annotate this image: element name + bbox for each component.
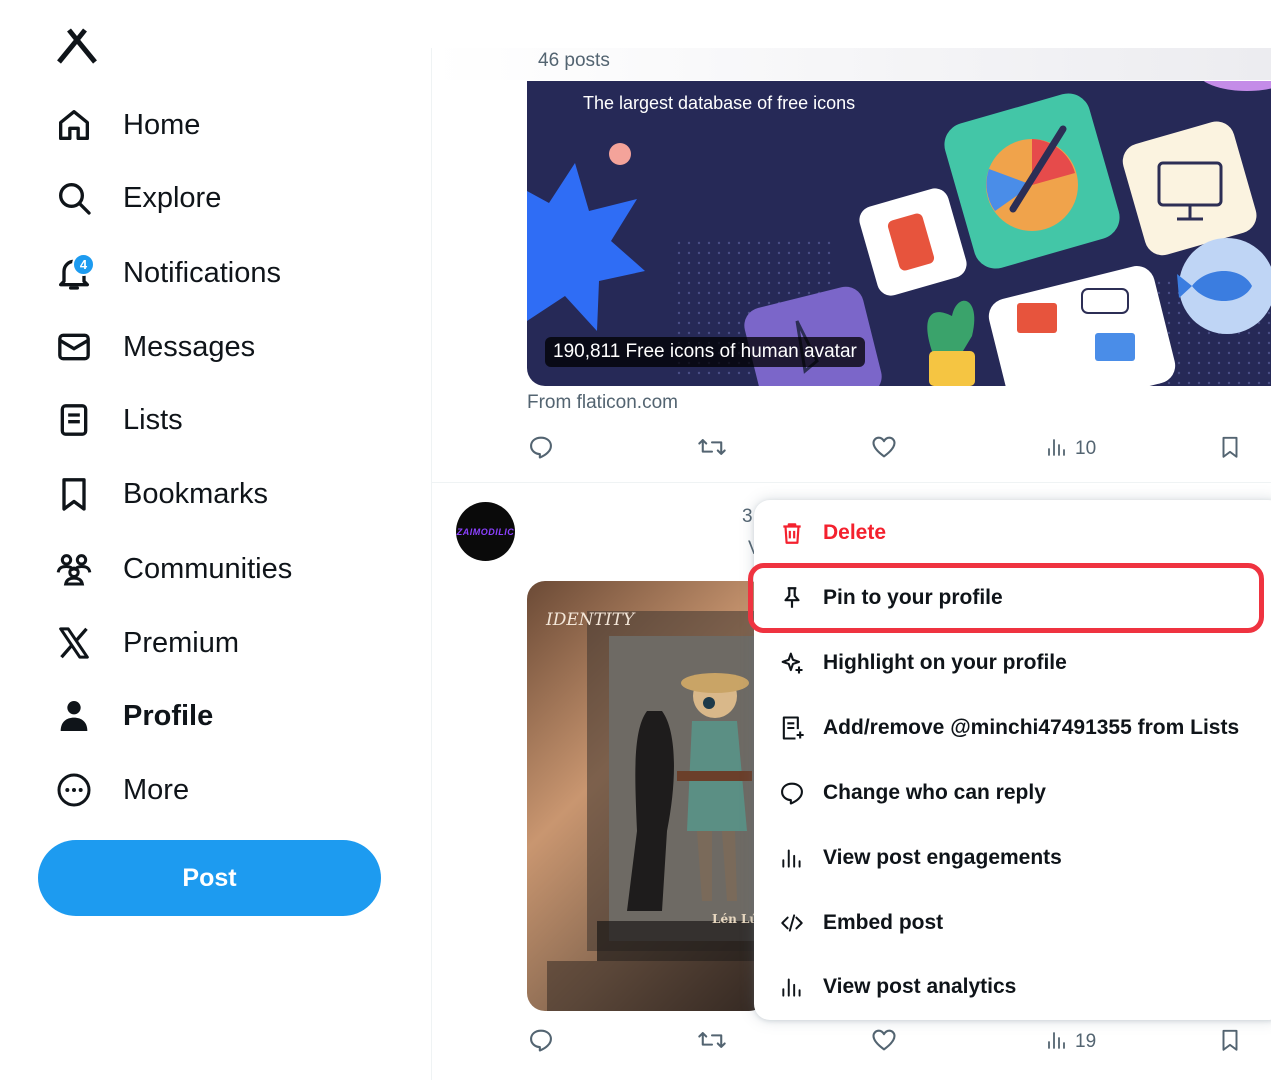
column-divider — [431, 48, 432, 1080]
menu-item-embed[interactable]: Embed post — [772, 898, 943, 948]
repost-button[interactable] — [697, 1024, 727, 1060]
post-media-image[interactable] — [527, 581, 767, 1011]
list-icon — [52, 398, 96, 442]
post-actions-bar: 19 — [527, 1024, 1271, 1060]
heart-icon — [870, 1026, 898, 1059]
nav-item-notifications[interactable]: 4 Notifications — [52, 247, 281, 299]
bar-chart-icon — [1045, 1027, 1069, 1058]
bar-chart-icon — [772, 974, 812, 1000]
media-title: IDENTITY — [546, 610, 635, 630]
nav-label-bookmarks: Bookmarks — [123, 477, 269, 510]
list-add-icon — [772, 714, 812, 742]
bookmark-icon — [1217, 433, 1243, 466]
nav-item-premium[interactable]: Premium — [52, 617, 239, 669]
nav-label-explore: Explore — [123, 181, 222, 214]
views-button[interactable]: 19 — [1045, 1024, 1096, 1060]
menu-item-lists[interactable]: Add/remove @minchi47491355 from Lists — [772, 703, 1239, 753]
repost-icon — [697, 1026, 727, 1059]
menu-item-pin[interactable]: Pin to your profile — [772, 573, 1003, 623]
bell-icon: 4 — [52, 251, 96, 295]
nav-item-home[interactable]: Home — [52, 99, 200, 151]
menu-label-highlight: Highlight on your profile — [823, 651, 1067, 674]
bookmark-button[interactable] — [1217, 1024, 1243, 1060]
search-icon — [52, 176, 96, 220]
avatar[interactable]: ZAIMODILIC — [456, 502, 515, 561]
menu-label-delete: Delete — [823, 521, 887, 544]
bookmark-icon — [1217, 1026, 1243, 1059]
views-count: 19 — [1075, 1031, 1097, 1052]
nav-label-profile: Profile — [123, 699, 214, 732]
repost-button[interactable] — [697, 431, 727, 467]
notification-badge: 4 — [72, 253, 95, 276]
link-card-caption: The largest database of free icons — [583, 93, 856, 113]
menu-item-reply-settings[interactable]: Change who can reply — [772, 768, 1046, 818]
menu-label-embed: Embed post — [823, 911, 944, 934]
trash-icon — [772, 520, 812, 546]
post-divider — [432, 482, 1271, 483]
code-icon — [772, 910, 812, 936]
menu-item-engagements[interactable]: View post engagements — [772, 833, 1062, 883]
like-button[interactable] — [870, 1024, 898, 1060]
repost-icon — [697, 433, 727, 466]
reply-bubble-icon — [772, 779, 812, 807]
nav-label-communities: Communities — [123, 552, 293, 585]
bar-chart-icon — [772, 845, 812, 871]
menu-item-analytics[interactable]: View post analytics — [772, 962, 1016, 1012]
link-card-title: 190,811 Free icons of human avatar — [545, 337, 865, 367]
reply-icon — [527, 433, 555, 466]
reply-button[interactable] — [527, 1024, 555, 1060]
bookmark-icon — [52, 472, 96, 516]
x-icon — [52, 621, 96, 665]
like-button[interactable] — [870, 431, 898, 467]
sidebar: Home Explore 4 Notifications Messages Li… — [0, 0, 430, 1080]
menu-item-highlight[interactable]: Highlight on your profile — [772, 638, 1067, 688]
envelope-icon — [52, 325, 96, 369]
nav-item-communities[interactable]: Communities — [52, 543, 292, 595]
person-icon — [52, 694, 96, 738]
nav-label-home: Home — [123, 108, 201, 141]
menu-label-engagements: View post engagements — [823, 846, 1062, 869]
nav-item-more[interactable]: More — [52, 764, 189, 816]
pin-icon — [772, 585, 812, 611]
post-button[interactable]: Post — [38, 840, 381, 916]
nav-item-messages[interactable]: Messages — [52, 321, 255, 373]
posts-count: 46 posts — [538, 50, 610, 71]
home-icon — [52, 103, 96, 147]
nav-label-messages: Messages — [123, 330, 256, 363]
people-icon — [52, 547, 96, 591]
menu-label-pin: Pin to your profile — [823, 586, 1003, 609]
menu-label-reply-settings: Change who can reply — [823, 781, 1046, 804]
sparkle-icon — [772, 649, 812, 677]
x-logo-icon[interactable] — [55, 22, 99, 66]
bookmark-button[interactable] — [1217, 431, 1243, 467]
nav-label-lists: Lists — [123, 403, 183, 436]
menu-label-lists: Add/remove @minchi47491355 from Lists — [823, 716, 1240, 739]
nav-label-more: More — [123, 773, 190, 806]
nav-item-bookmarks[interactable]: Bookmarks — [52, 468, 268, 520]
nav-item-explore[interactable]: Explore — [52, 172, 221, 224]
views-count: 10 — [1075, 438, 1097, 459]
nav-item-lists[interactable]: Lists — [52, 394, 183, 446]
nav-label-notifications: Notifications — [123, 256, 281, 289]
bar-chart-icon — [1045, 434, 1069, 465]
post-meta-fragment: 3 — [742, 506, 753, 527]
menu-item-delete[interactable]: Delete — [772, 508, 886, 558]
link-card-source[interactable]: From flaticon.com — [527, 392, 678, 414]
heart-icon — [870, 433, 898, 466]
views-button[interactable]: 10 — [1045, 431, 1096, 467]
menu-label-analytics: View post analytics — [823, 975, 1017, 998]
nav-item-profile[interactable]: Profile — [52, 690, 213, 742]
more-circle-icon — [52, 768, 96, 812]
post-actions-bar: 10 — [527, 431, 1271, 467]
reply-icon — [527, 1026, 555, 1059]
reply-button[interactable] — [527, 431, 555, 467]
nav-label-premium: Premium — [123, 626, 240, 659]
